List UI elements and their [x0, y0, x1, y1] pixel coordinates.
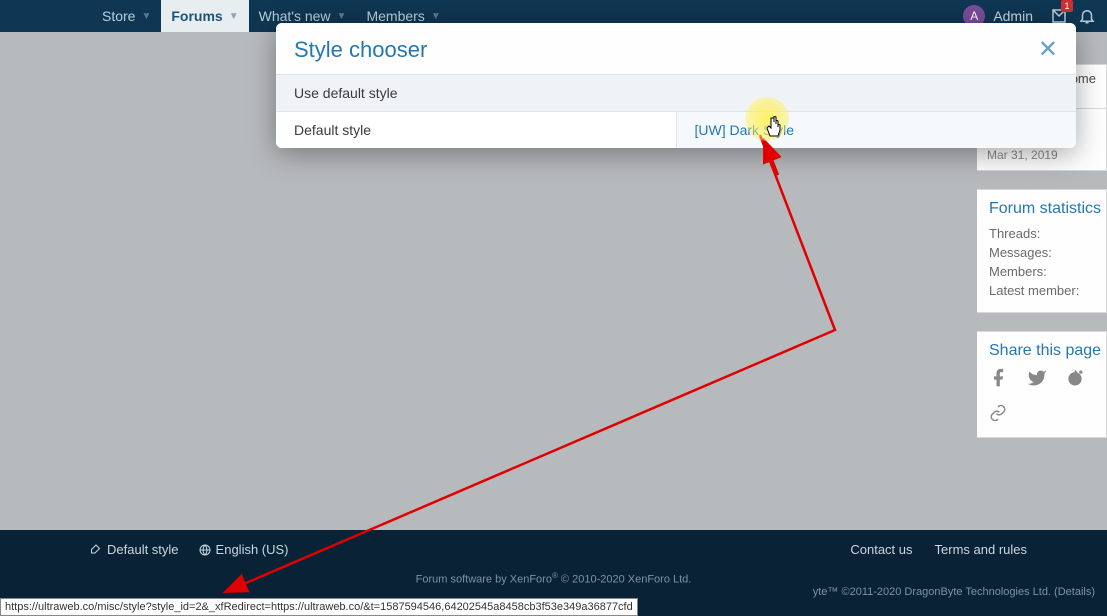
language-chooser-link[interactable]: English (US)	[199, 542, 289, 557]
paint-icon	[90, 544, 102, 556]
browser-status-bar: https://ultraweb.co/misc/style?style_id=…	[0, 598, 638, 616]
style-chooser-modal: Style chooser ✕ Use default style Defaul…	[276, 23, 1076, 148]
link-icon[interactable]	[989, 406, 1007, 426]
facebook-icon[interactable]	[989, 368, 1009, 394]
bell-icon[interactable]	[1075, 4, 1099, 28]
chevron-down-icon: ▼	[431, 11, 441, 22]
modal-title: Style chooser	[294, 37, 427, 63]
forum-stats-widget: Forum statistics Threads: Messages: Memb…	[977, 189, 1107, 313]
reddit-icon[interactable]	[1065, 368, 1085, 394]
twitter-icon[interactable]	[1027, 368, 1047, 394]
widget-heading: Forum statistics	[989, 200, 1094, 218]
stat-messages: Messages:	[989, 245, 1094, 260]
use-default-style-row[interactable]: Use default style	[276, 74, 1076, 112]
chevron-down-icon: ▼	[141, 11, 151, 22]
share-widget: Share this page	[977, 331, 1107, 438]
post-date: Mar 31, 2019	[987, 148, 1096, 162]
chevron-down-icon: ▼	[229, 11, 239, 22]
nav-forums[interactable]: Forums▼	[161, 0, 248, 32]
style-option-dark[interactable]: [UW] Dark Style	[677, 112, 1077, 148]
notification-badge: 1	[1061, 0, 1073, 12]
stat-threads: Threads:	[989, 226, 1094, 241]
stat-members: Members:	[989, 264, 1094, 279]
terms-link[interactable]: Terms and rules	[935, 542, 1027, 557]
nav-store[interactable]: Store▼	[92, 0, 161, 32]
stat-latest: Latest member:	[989, 283, 1094, 298]
close-icon[interactable]: ✕	[1038, 35, 1058, 64]
style-chooser-link[interactable]: Default style	[90, 542, 179, 557]
globe-icon	[199, 544, 211, 556]
contact-link[interactable]: Contact us	[850, 542, 912, 557]
chevron-down-icon: ▼	[337, 11, 347, 22]
widget-heading: Share this page	[989, 342, 1094, 360]
footer-credits: Forum software by XenForo® © 2010-2020 X…	[0, 565, 1107, 598]
user-name[interactable]: Admin	[993, 8, 1033, 24]
style-option-default[interactable]: Default style	[276, 112, 677, 148]
